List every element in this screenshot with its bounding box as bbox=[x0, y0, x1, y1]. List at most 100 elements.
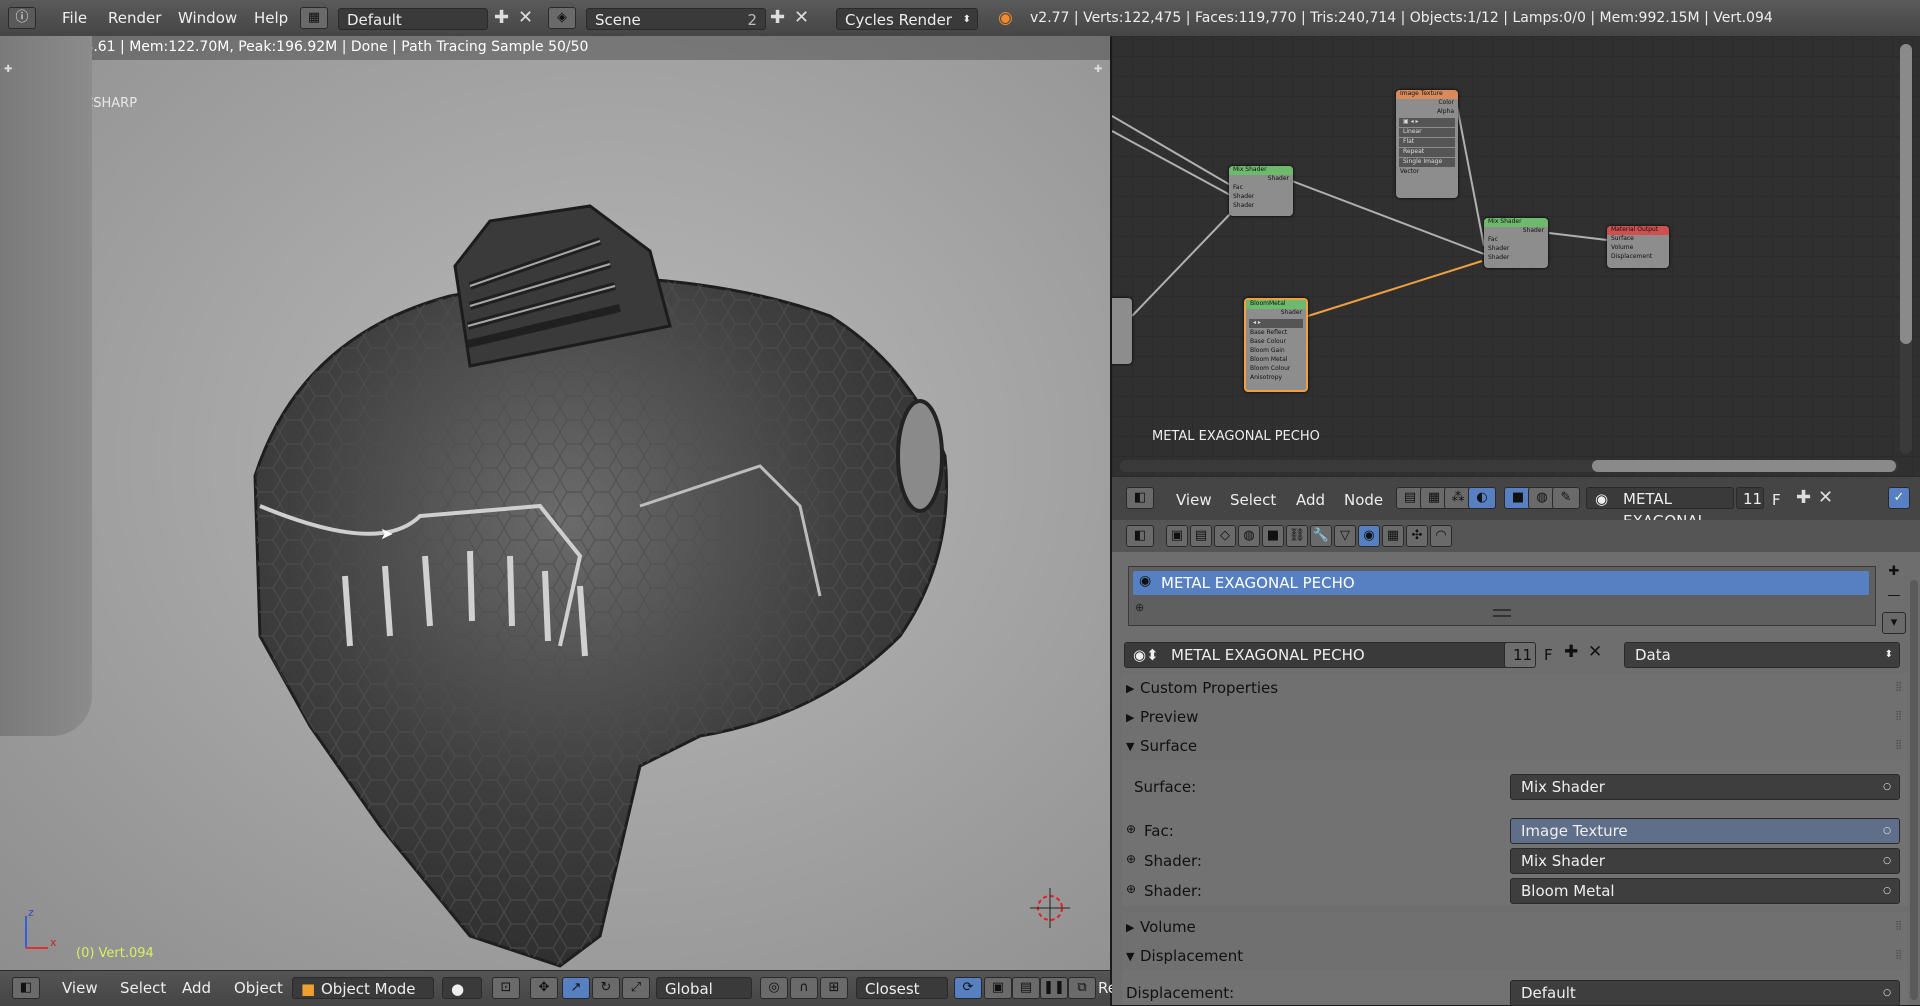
viewport-menu-select[interactable]: Select bbox=[120, 979, 166, 997]
scale-icon[interactable]: ⤢ bbox=[622, 977, 650, 999]
node-menu-add[interactable]: Add bbox=[1296, 491, 1325, 509]
drag-handle-icon[interactable]: ⣿ bbox=[1895, 740, 1902, 750]
viewport-menu-add[interactable]: Add bbox=[182, 979, 211, 997]
properties-scrollbar[interactable] bbox=[1910, 580, 1918, 1000]
delete-scene-icon[interactable]: ✕ bbox=[794, 7, 809, 29]
scene-icon[interactable]: ◈ bbox=[548, 7, 576, 29]
shader1-dropdown[interactable]: Mix Shader ○ bbox=[1510, 848, 1900, 874]
orientation-dropdown[interactable]: Global bbox=[656, 977, 752, 999]
object-tab-icon[interactable]: ■ bbox=[1262, 525, 1284, 547]
node-menu-select[interactable]: Select bbox=[1230, 491, 1276, 509]
image-texture-node[interactable]: Image Texture Color Alpha ▣ ◂ ▸ Linear F… bbox=[1396, 90, 1458, 198]
drag-handle-icon[interactable]: ⣿ bbox=[1895, 711, 1902, 721]
scene-field[interactable]: Scene 2 bbox=[586, 8, 766, 30]
fac-dropdown[interactable]: Image Texture ○ bbox=[1510, 818, 1900, 844]
drag-handle-icon[interactable]: ⣿ bbox=[1895, 950, 1902, 960]
render-engine-dropdown[interactable]: Cycles Render ⬍ bbox=[836, 8, 978, 30]
viewport-menu-object[interactable]: Object bbox=[234, 979, 283, 997]
horizontal-scrollbar[interactable] bbox=[1120, 460, 1898, 472]
screen-layout-field[interactable]: Default bbox=[338, 8, 488, 30]
screen-layout-icon[interactable]: ▦ bbox=[300, 7, 328, 29]
node-menu-node[interactable]: Node bbox=[1344, 491, 1383, 509]
shader2-dropdown[interactable]: Bloom Metal ○ bbox=[1510, 878, 1900, 904]
menu-help[interactable]: Help bbox=[254, 9, 288, 27]
add-material-icon[interactable]: ✚ bbox=[1564, 642, 1578, 662]
add-layout-icon[interactable]: ✚ bbox=[494, 7, 509, 29]
shader2-expand-icon[interactable]: ⊕ bbox=[1126, 882, 1136, 896]
fake-user-toggle[interactable]: F bbox=[1772, 491, 1781, 509]
displacement-dropdown[interactable]: Default ○ bbox=[1510, 980, 1900, 1006]
particles-tab-icon[interactable]: ✣ bbox=[1406, 525, 1428, 547]
panel-custom-properties[interactable]: ▶ Custom Properties ⣿ bbox=[1122, 674, 1908, 702]
fac-expand-icon[interactable]: ⊕ bbox=[1126, 822, 1136, 836]
snap-rotation-icon[interactable]: ⟳ bbox=[954, 977, 982, 999]
corner-plus-icon[interactable]: ✚ bbox=[4, 64, 12, 75]
line-style-icon[interactable]: ✎ bbox=[1552, 487, 1580, 509]
node-source[interactable]: Single Image bbox=[1399, 158, 1455, 167]
menu-file[interactable]: File bbox=[62, 9, 87, 27]
panel-preview[interactable]: ▶ Preview ⣿ bbox=[1122, 703, 1908, 731]
panel-volume[interactable]: ▶ Volume ⣿ bbox=[1122, 913, 1908, 941]
mix-shader-node-2[interactable]: Mix Shader Shader Fac Shader Shader bbox=[1484, 218, 1548, 268]
horizontal-scrollbar-thumb[interactable] bbox=[1592, 460, 1896, 472]
constraints-tab-icon[interactable]: ⛓ bbox=[1286, 525, 1308, 547]
node-editor-type-icon[interactable]: ◧ bbox=[1126, 487, 1154, 509]
translate-icon[interactable]: ↗ bbox=[562, 977, 590, 999]
texture-tab-icon[interactable]: ▦ bbox=[1382, 525, 1404, 547]
drag-handle-icon[interactable]: ⣿ bbox=[1895, 921, 1902, 931]
remove-slot-icon[interactable]: — bbox=[1882, 586, 1906, 608]
vertical-scrollbar-thumb[interactable] bbox=[1900, 44, 1912, 344]
link-dropdown[interactable]: Data ⬍ bbox=[1624, 642, 1900, 668]
overlay-icon[interactable]: ⧉ bbox=[1068, 977, 1096, 999]
material-output-node[interactable]: Material Output Surface Volume Displacem… bbox=[1607, 226, 1669, 268]
bloom-metal-node[interactable]: BloomMetal Shader ◂ ▸ Base Reflect Base … bbox=[1244, 298, 1308, 392]
manipulator-icon[interactable]: ✥ bbox=[530, 977, 558, 999]
camera-render-icon[interactable]: ▣ bbox=[984, 977, 1012, 999]
3d-viewport[interactable]: Time:01:08.61 | Mem:122.70M, Peak:196.92… bbox=[0, 36, 1110, 970]
material-tab-icon[interactable]: ◉ bbox=[1358, 525, 1380, 547]
surface-dropdown[interactable]: Mix Shader ○ bbox=[1510, 774, 1900, 800]
delete-layout-icon[interactable]: ✕ bbox=[518, 7, 533, 29]
slot-list-plus-icon[interactable]: ⊕ bbox=[1135, 601, 1144, 614]
info-editor-type-icon[interactable]: ⓘ bbox=[8, 7, 36, 29]
layers-tab-icon[interactable]: ▤ bbox=[1190, 525, 1212, 547]
mix-shader-node-1[interactable]: Mix Shader Shader Fac Shader Shader bbox=[1229, 166, 1293, 216]
shading-dropdown[interactable]: ● bbox=[442, 977, 482, 999]
clapper-icon[interactable]: ▤ bbox=[1012, 977, 1040, 999]
use-nodes-checkbox[interactable]: ✓ bbox=[1888, 487, 1910, 509]
editor-type-icon[interactable]: ◧ bbox=[12, 977, 40, 999]
snap-element-icon[interactable]: ⊞ bbox=[820, 977, 848, 999]
unlink-material-button-icon[interactable]: ✕ bbox=[1588, 642, 1602, 662]
add-scene-icon[interactable]: ✚ bbox=[770, 7, 785, 29]
material-datablock-field[interactable]: ◉ METAL EXAGONAL ... bbox=[1586, 487, 1734, 530]
node-projection[interactable]: Flat bbox=[1399, 138, 1455, 147]
render-tab-icon[interactable]: ▣ bbox=[1166, 525, 1188, 547]
list-resize-handle[interactable] bbox=[1493, 609, 1511, 617]
node-menu-view[interactable]: View bbox=[1176, 491, 1212, 509]
menu-render[interactable]: Render bbox=[108, 9, 161, 27]
menu-window[interactable]: Window bbox=[178, 9, 237, 27]
mode-dropdown[interactable]: ■ Object Mode bbox=[292, 977, 434, 999]
node-extension[interactable]: Repeat bbox=[1399, 148, 1455, 157]
material-browse-field[interactable]: ◉⬍ METAL EXAGONAL PECHO bbox=[1124, 642, 1518, 668]
scene-tab-icon[interactable]: ◇ bbox=[1214, 525, 1236, 547]
node-image-selector[interactable]: ▣ ◂ ▸ bbox=[1399, 118, 1455, 127]
viewport-menu-view[interactable]: View bbox=[62, 979, 98, 997]
layers-icon[interactable]: ❚❚ bbox=[1040, 977, 1068, 999]
snap-target-dropdown[interactable]: Closest bbox=[856, 977, 948, 999]
slot-specials-icon[interactable]: ▾ bbox=[1882, 612, 1906, 634]
node-group-selector[interactable]: ◂ ▸ bbox=[1249, 319, 1303, 328]
vertical-scrollbar[interactable] bbox=[1900, 44, 1912, 454]
node-color-space[interactable]: Linear bbox=[1399, 128, 1455, 137]
shader1-expand-icon[interactable]: ⊕ bbox=[1126, 852, 1136, 866]
new-material-icon[interactable]: ✚ bbox=[1796, 487, 1811, 509]
shader-type-icon[interactable]: ◐ bbox=[1468, 487, 1496, 509]
physics-tab-icon[interactable]: ◠ bbox=[1430, 525, 1452, 547]
rotate-icon[interactable]: ↻ bbox=[592, 977, 620, 999]
world-tab-icon[interactable]: ◍ bbox=[1238, 525, 1260, 547]
properties-editor-type-icon[interactable]: ◧ bbox=[1126, 525, 1154, 547]
node-editor[interactable]: Mix Shader Shader Fac Shader Shader Imag… bbox=[1112, 36, 1920, 476]
modifiers-tab-icon[interactable]: 🔧 bbox=[1310, 525, 1332, 547]
material-slot-row[interactable]: ◉ METAL EXAGONAL PECHO bbox=[1133, 571, 1869, 595]
drag-handle-icon[interactable]: ⣿ bbox=[1895, 682, 1902, 692]
